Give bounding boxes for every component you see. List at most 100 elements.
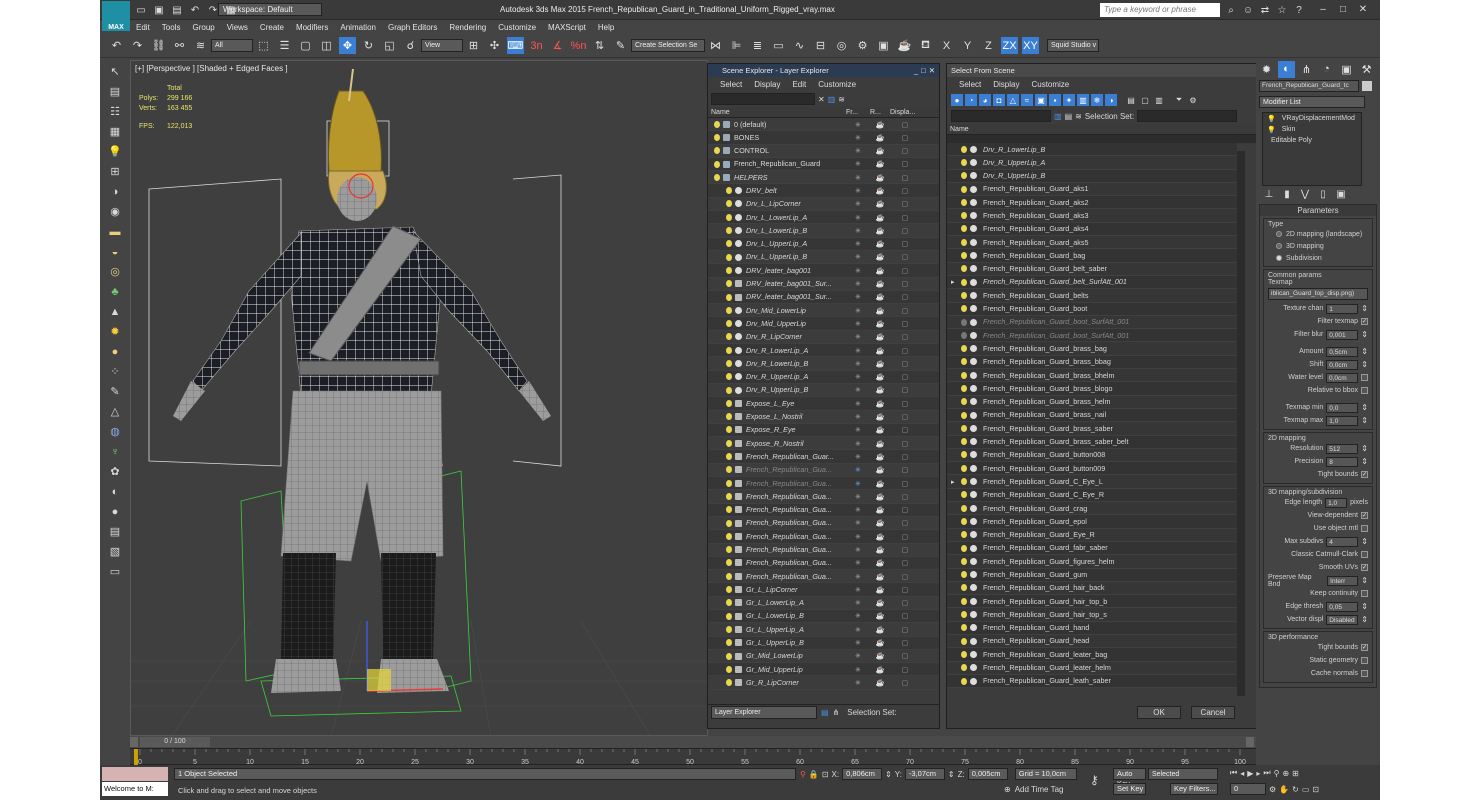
maxscript-mini-listener[interactable]: Welcome to M: (102, 782, 168, 796)
object-row[interactable]: French_Republican_Guard_button009 (947, 462, 1237, 476)
time-slider-thumb[interactable]: 0 / 100 (140, 737, 210, 747)
sfs-menu-select[interactable]: Select (959, 80, 981, 89)
layer-row[interactable]: Gr_L_UpperLip_B ✳ ☕ ▢ (708, 636, 939, 650)
param-checkbox[interactable]: ✓ (1361, 644, 1368, 651)
app-logo[interactable]: MAX (102, 1, 130, 31)
visibility-bulb-icon[interactable] (726, 665, 732, 673)
layer-row[interactable]: Drv_R_LowerLip_B ✳ ☕ ▢ (708, 357, 939, 371)
object-row[interactable]: French_Republican_Guard_belts (947, 289, 1237, 303)
visibility-bulb-icon[interactable] (714, 173, 720, 181)
display-box-icon[interactable]: ▢ (890, 304, 920, 317)
align-icon[interactable]: ⊫ (728, 37, 745, 54)
render-teapot-icon[interactable]: ☕ (870, 450, 890, 463)
modify-tab-icon[interactable]: ◐ (1278, 60, 1295, 78)
menu-graph-editors[interactable]: Graph Editors (388, 23, 437, 32)
select-manipulate-icon[interactable]: ✣ (486, 37, 503, 54)
modifier-stack-item[interactable]: Editable Poly (1263, 135, 1361, 146)
curve-editor-icon[interactable]: ∿ (791, 37, 808, 54)
param-value-field[interactable]: 4 (1326, 536, 1359, 547)
render-teapot-icon[interactable]: ☕ (870, 477, 890, 490)
layer-row[interactable]: Drv_L_LowerLip_B ✳ ☕ ▢ (708, 224, 939, 238)
render-teapot-icon[interactable]: ☕ (870, 410, 890, 423)
time-tag-icon[interactable]: ⊕ (1004, 785, 1011, 794)
visibility-bulb-icon[interactable] (726, 652, 732, 660)
geometry-filter-icon[interactable]: ● (951, 94, 963, 106)
spinner-arrows-icon[interactable]: ⇕ (1361, 576, 1368, 585)
object-row[interactable]: French_Republican_Guard_head (947, 634, 1237, 649)
visibility-bulb-icon[interactable] (726, 320, 732, 328)
layer-row[interactable]: Drv_L_UpperLip_A ✳ ☕ ▢ (708, 237, 939, 251)
radio-button[interactable] (1276, 243, 1282, 249)
workspace-label[interactable]: Squid Studio v (1047, 39, 1099, 52)
freeze-icon[interactable]: ✳ (846, 357, 870, 370)
display-box-icon[interactable]: ▢ (890, 463, 920, 476)
select-icon[interactable]: ↖ (107, 64, 123, 79)
render-teapot-icon[interactable]: ☕ (870, 144, 890, 157)
visibility-bulb-icon[interactable] (726, 559, 732, 567)
object-row[interactable]: French_Republican_Guard_brass_nail (947, 409, 1237, 423)
freeze-icon[interactable]: ✳ (846, 237, 870, 250)
param-checkbox[interactable]: ✓ (1361, 512, 1368, 519)
expand-icon[interactable]: ▸ (951, 475, 961, 488)
rotate-icon[interactable]: ↻ (360, 37, 377, 54)
param-value-field[interactable]: 0,05 (1326, 601, 1359, 612)
object-row[interactable]: French_Republican_Guard_fabr_saber (947, 542, 1237, 556)
character-model[interactable] (131, 61, 708, 736)
axis-y-button[interactable]: Y (959, 37, 976, 54)
freeze-icon[interactable]: ✳ (846, 317, 870, 330)
layer-row[interactable]: French_Republican_Gua... ✳ ☕ ▢ (708, 477, 939, 491)
display-none-icon[interactable]: ▢ (1139, 94, 1151, 106)
teapot-icon[interactable]: ● (107, 344, 123, 359)
invert-display-icon[interactable]: ▥ (1153, 94, 1165, 106)
visibility-bulb-icon[interactable] (726, 639, 732, 647)
layer-row[interactable]: Gr_L_LipCorner ✳ ☕ ▢ (708, 583, 939, 597)
mirror-icon[interactable]: ⋈ (707, 37, 724, 54)
select-by-name-icon[interactable]: ☰ (276, 37, 293, 54)
render-teapot-icon[interactable]: ☕ (870, 596, 890, 609)
object-row[interactable]: French_Republican_Guard_leath_saber (947, 675, 1237, 688)
selection-set-field[interactable] (1137, 110, 1238, 122)
open-file-icon[interactable]: ▣ (152, 3, 166, 17)
move-icon[interactable]: ✥ (339, 37, 356, 54)
visibility-bulb-icon[interactable] (726, 492, 732, 500)
freeze-icon[interactable]: ✳ (846, 144, 870, 157)
modifier-bulb-icon[interactable]: 💡 (1267, 115, 1276, 123)
freeze-icon[interactable]: ✳ (846, 636, 870, 649)
param-checkbox[interactable] (1361, 551, 1368, 558)
param-checkbox[interactable] (1361, 374, 1368, 381)
freeze-icon[interactable]: ✳ (846, 184, 870, 197)
unlink-icon[interactable]: ⚯ (171, 37, 188, 54)
object-row[interactable]: French_Republican_Guard_brass_saber (947, 422, 1237, 436)
render-teapot-icon[interactable]: ☕ (870, 264, 890, 277)
display-box-icon[interactable]: ▢ (890, 437, 920, 450)
group-filter-icon[interactable]: ▣ (1035, 94, 1047, 106)
visibility-bulb-icon[interactable] (726, 572, 732, 580)
menu-group[interactable]: Group (192, 23, 214, 32)
visibility-bulb-icon[interactable] (714, 133, 720, 141)
motion-icon[interactable]: ◑ (107, 184, 123, 199)
explorer-type-dropdown[interactable]: Layer Explorer (711, 706, 817, 719)
bone-icon[interactable]: ✎ (107, 384, 123, 399)
layer-row[interactable]: Expose_R_Eye ✳ ☕ ▢ (708, 423, 939, 438)
freeze-icon[interactable]: ✳ (846, 556, 870, 569)
help-icon[interactable]: ? (1292, 3, 1306, 17)
freeze-icon[interactable]: ✳ (846, 596, 870, 609)
freeze-icon[interactable]: ✳ (846, 157, 870, 170)
rect-region-icon[interactable]: ▢ (297, 37, 314, 54)
visibility-bulb-icon[interactable] (726, 187, 732, 195)
bone-filter-icon[interactable]: ✦ (1063, 94, 1075, 106)
spinner-arrows-icon[interactable]: ⇕ (1361, 537, 1368, 546)
percent-snap-icon[interactable]: %n (570, 37, 587, 54)
render-teapot-icon[interactable]: ☕ (870, 118, 890, 131)
object-row[interactable]: French_Republican_Guard_brass_helm (947, 395, 1237, 409)
visibility-bulb-icon[interactable] (726, 200, 732, 208)
sfs-menu-customize[interactable]: Customize (1031, 80, 1069, 89)
material-icon[interactable]: ◐ (107, 484, 123, 499)
time-slider-next[interactable] (1246, 737, 1254, 747)
filter-icon[interactable]: ▥ (828, 95, 836, 104)
display-box-icon[interactable]: ▢ (890, 530, 920, 543)
radio-button[interactable] (1276, 231, 1282, 237)
object-row[interactable]: French_Republican_Guard_hand (947, 622, 1237, 635)
scene-explorer-title-bar[interactable]: Scene Explorer - Layer Explorer _ □ ✕ (708, 64, 939, 77)
object-row[interactable]: Drv_R_UpperLip_A (947, 156, 1237, 170)
